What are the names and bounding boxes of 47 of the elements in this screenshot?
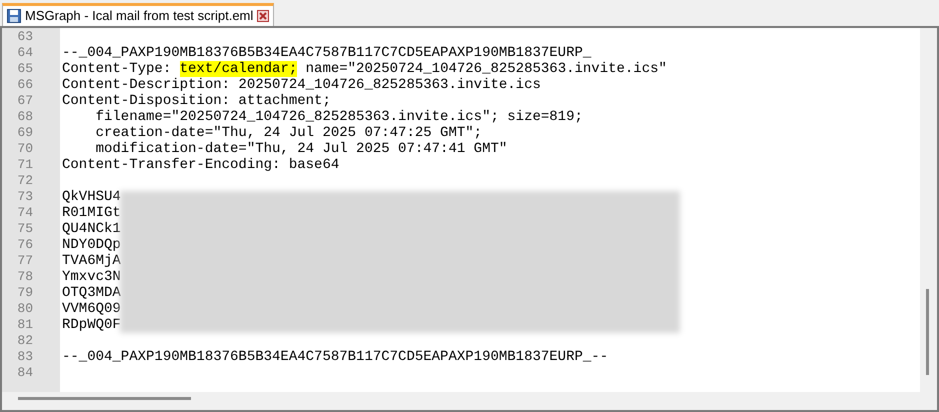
code-text: TVA6MjA — [62, 253, 121, 269]
line-number: 75 — [17, 221, 33, 236]
code-text: R01MIGt — [62, 205, 121, 221]
line-number: 83 — [17, 349, 33, 364]
line-number: 66 — [17, 77, 33, 92]
line-number: 78 — [17, 269, 33, 284]
line-number: 65 — [17, 61, 33, 76]
code-text: Ymxvc3N — [62, 269, 121, 285]
line-number: 77 — [17, 253, 33, 268]
code-text: filename="20250724_104726_825285363.invite.ics"; size=819; — [94, 109, 583, 125]
tab-title: MSGraph - Ical mail from test script.eml — [25, 7, 254, 26]
code-text: QkVHSU4 — [62, 189, 121, 205]
code-text: Content-Type: — [62, 61, 172, 77]
line-number: 80 — [17, 301, 33, 316]
highlighted-text: text/calendar; — [180, 61, 298, 77]
code-text: Content-Description: 20250724_104726_825285363.invite.ics — [62, 77, 541, 93]
scrollbar-thumb[interactable] — [926, 289, 929, 375]
line-number: 76 — [17, 237, 33, 252]
line-number: 74 — [17, 205, 33, 220]
line-number: 72 — [17, 173, 33, 188]
line-number: 84 — [17, 365, 33, 380]
line-number: 81 — [17, 317, 33, 332]
line-number: 67 — [17, 93, 33, 108]
line-number: 82 — [17, 333, 33, 348]
code-text: modification-date="Thu, 24 Jul 2025 07:47:41 GMT" — [94, 141, 508, 157]
code-text: NDY0DQp — [62, 237, 121, 253]
line-number: 70 — [17, 141, 33, 156]
line-number: 73 — [17, 189, 33, 204]
line-number: 69 — [17, 125, 33, 140]
editor-tab[interactable]: MSGraph - Ical mail from test script.eml — [2, 3, 274, 26]
code-text: OTQ3MDA — [62, 285, 121, 301]
line-number: 64 — [17, 45, 33, 60]
line-number: 68 — [17, 109, 33, 124]
code-text: --_004_PAXP190MB18376B5B34EA4C7587B117C7CD5EAPAXP190MB1837EURP_ — [62, 45, 592, 61]
code-text: RDpWQ0F — [62, 317, 121, 333]
code-text: VVM6Q09 — [62, 301, 121, 317]
close-icon[interactable] — [257, 10, 270, 22]
line-number: 63 — [17, 29, 33, 44]
line-number: 79 — [17, 285, 33, 300]
code-text: Content-Transfer-Encoding: base64 — [62, 157, 340, 173]
scrollbar-thumb[interactable] — [18, 397, 191, 400]
code-text: QU4NCk1 — [62, 221, 121, 237]
code-text: Content-Disposition: attachment; — [62, 93, 331, 109]
code-text: name="20250724_104726_825285363.invite.ics" — [304, 61, 667, 77]
line-number: 71 — [17, 157, 33, 172]
code-text: creation-date="Thu, 24 Jul 2025 07:47:25 GMT"; — [94, 125, 482, 141]
code-text: --_004_PAXP190MB18376B5B34EA4C7587B117C7CD5EAPAXP190MB1837EURP_-- — [62, 349, 608, 365]
